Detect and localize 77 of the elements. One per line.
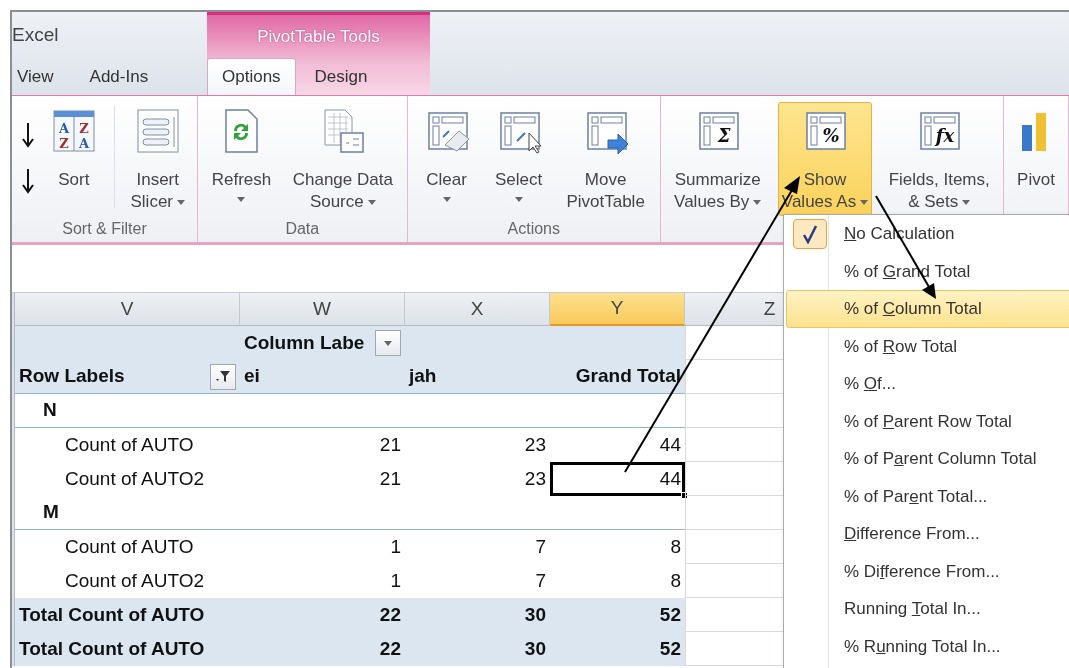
row-label: N <box>42 398 57 423</box>
column-header-label: jah <box>405 360 550 394</box>
table-cell-text: 21 <box>378 432 402 457</box>
ribbon-button[interactable]: Σ Summarize Values By <box>670 102 766 216</box>
row-label: Total Count of AUTO <box>19 602 205 627</box>
filter-button[interactable] <box>210 363 236 390</box>
caret-icon <box>237 197 246 202</box>
ribbon-button[interactable]: Clear <box>418 102 475 205</box>
row-label: Count of AUTO2 <box>64 466 205 491</box>
sort-button[interactable] <box>19 166 36 196</box>
column-labels-header: Column Labe <box>244 330 365 355</box>
window-title: Excel <box>12 22 59 47</box>
caret-icon <box>384 340 392 346</box>
caret-icon <box>753 200 762 205</box>
menu-item[interactable]: Difference From... <box>786 515 1069 553</box>
table-cell: 52 <box>550 598 685 632</box>
ribbon-button[interactable]: Change Data Source <box>288 102 397 216</box>
menu-item[interactable]: % Running Total In... <box>786 627 1069 665</box>
column-header[interactable]: Y <box>550 293 685 326</box>
ribbon-button[interactable]: Refresh <box>207 102 276 205</box>
menu-item[interactable]: % of Parent Total... <box>786 477 1069 515</box>
ribbon-tab[interactable]: Design <box>299 58 383 95</box>
caret-icon <box>514 197 523 202</box>
table-cell: 30 <box>405 598 550 632</box>
table-cell-text: 21 <box>378 466 402 491</box>
row-label: Total Count of AUTO <box>19 636 205 661</box>
table-cell: 22 <box>240 632 405 666</box>
table-cell-text: 7 <box>534 534 547 559</box>
group-label: Sort & Filter <box>61 219 148 239</box>
ribbon-button[interactable]: Insert Slicer <box>126 102 189 216</box>
menu-item[interactable]: % of Row Total <box>786 327 1069 365</box>
arrow-down-icon <box>20 121 35 149</box>
table-cell-text: 44 <box>658 432 682 457</box>
menu-item[interactable]: % Difference From... <box>786 552 1069 590</box>
menu-item[interactable]: % of Parent Row Total <box>786 402 1069 440</box>
column-header-label: Grand Total <box>550 360 685 394</box>
fill-handle[interactable] <box>681 492 688 499</box>
filter-dropdown-button[interactable] <box>375 330 401 356</box>
table-cell-text: 23 <box>523 466 547 491</box>
table-cell: 44 <box>550 462 685 496</box>
row-label: Count of AUTO2 <box>64 568 205 593</box>
ribbon-button[interactable]: Select <box>490 102 547 205</box>
ribbon-button[interactable]: Pivot <box>1008 102 1064 194</box>
row-label: M <box>42 500 59 525</box>
table-cell-text: 1 <box>389 568 402 593</box>
table-cell: 52 <box>550 632 685 666</box>
ribbon-tab[interactable]: Add-Ins <box>84 58 154 95</box>
filter-icon <box>215 369 231 384</box>
group-label: Data <box>284 219 321 239</box>
group-label: Actions <box>506 219 561 239</box>
table-cell: 30 <box>405 632 550 666</box>
table-cell-text: 23 <box>523 432 547 457</box>
caret-icon <box>442 197 451 202</box>
menu-item[interactable]: % of Parent Column Total <box>786 440 1069 478</box>
caret-icon <box>367 200 376 205</box>
ribbon-tab[interactable]: Options <box>207 58 296 95</box>
table-cell-text: 8 <box>669 534 682 559</box>
row-label: Row Labels <box>19 364 125 389</box>
caret-icon <box>177 200 185 205</box>
column-header-label: ei <box>240 360 405 394</box>
table-cell-text: 8 <box>669 568 682 593</box>
menu-item[interactable]: % Of... <box>786 365 1069 403</box>
table-cell-text: 1 <box>389 534 402 559</box>
menu-item[interactable]: Running Total In... <box>786 590 1069 628</box>
ribbon-button[interactable]: A Z Z A Sort <box>45 102 102 194</box>
menu-item[interactable]: % of Column Total <box>786 290 1069 328</box>
row-label: Count of AUTO <box>64 534 194 559</box>
sort-button[interactable] <box>19 120 36 150</box>
ribbon-button[interactable]: Move PivotTable <box>562 102 649 216</box>
ribbon-tab[interactable]: View <box>12 58 59 95</box>
context-tab-title: PivotTable Tools <box>257 25 380 48</box>
row-label: Count of AUTO <box>64 432 194 457</box>
table-cell-text: 7 <box>534 568 547 593</box>
caret-icon <box>860 200 869 205</box>
arrow-down-icon <box>20 167 35 195</box>
table-cell: 22 <box>240 598 405 632</box>
caret-icon <box>962 200 971 205</box>
